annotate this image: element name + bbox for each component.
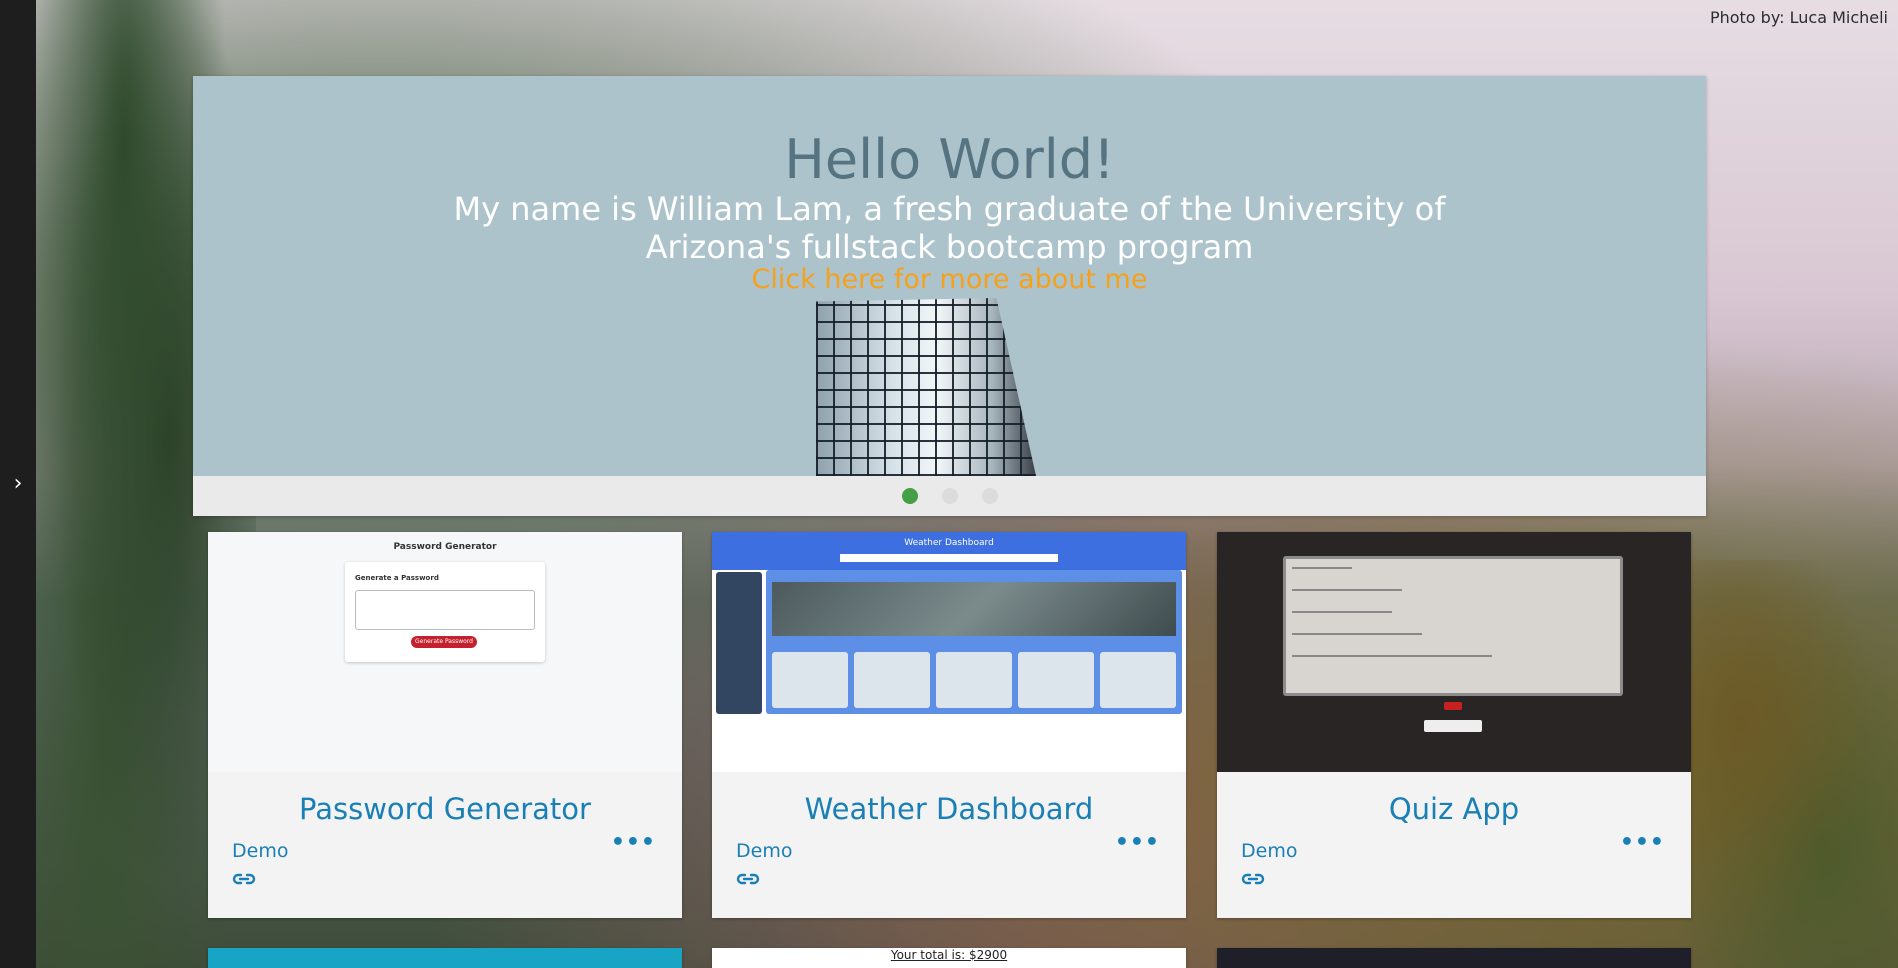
card-body: Quiz App Demo •••	[1217, 772, 1691, 918]
thumbnail-sidebar	[716, 572, 762, 714]
project-thumbnail[interactable]: Weather Dashboard	[712, 532, 1186, 772]
card-body: Password Generator Demo •••	[208, 772, 682, 918]
hero-subtitle: My name is William Lam, a fresh graduate…	[453, 190, 1446, 266]
carousel-indicators	[193, 476, 1706, 516]
thumbnail-main	[766, 570, 1182, 714]
thumbnail-forecast-day	[854, 652, 930, 708]
demo-link[interactable]: Demo	[1241, 840, 1297, 862]
project-thumbnail[interactable]	[1217, 532, 1691, 772]
card-title[interactable]: Weather Dashboard	[712, 792, 1186, 826]
project-card-peek[interactable]: Your total is: $2900	[712, 948, 1186, 968]
card-title[interactable]: Password Generator	[208, 792, 682, 826]
project-card-password-generator: Password Generator Generate a Password G…	[208, 532, 682, 918]
thumbnail-current-weather	[772, 582, 1176, 636]
thumbnail-text-line	[1292, 611, 1392, 613]
project-card-quiz-app: Quiz App Demo •••	[1217, 532, 1691, 918]
photo-credit: Photo by: Luca Micheli	[1709, 8, 1888, 27]
carousel-dot-2[interactable]	[941, 488, 958, 504]
chevron-right-icon[interactable]: ›	[6, 470, 30, 498]
thumbnail-text-line	[1292, 633, 1422, 635]
thumbnail-forecast-day	[936, 652, 1012, 708]
thumbnail-text-line	[1292, 567, 1352, 569]
thumbnail-input	[1424, 720, 1482, 732]
link-icon[interactable]	[1241, 870, 1265, 888]
building-image	[816, 298, 1036, 476]
carousel-dot-3[interactable]	[981, 488, 998, 504]
thumbnail-panel: Generate a Password Generate Password	[345, 562, 545, 662]
thumbnail-header: Weather Dashboard	[712, 532, 1186, 570]
about-me-link[interactable]: Click here for more about me	[193, 264, 1706, 295]
thumbnail-text-line	[1292, 655, 1492, 657]
thumbnail-forecast-day	[1018, 652, 1094, 708]
project-card-weather-dashboard: Weather Dashboard Weather Dashboard Demo…	[712, 532, 1186, 918]
left-sidebar-rail: ›	[0, 0, 36, 968]
carousel-dot-1[interactable]	[901, 488, 918, 504]
hero-title: Hello World!	[784, 128, 1115, 191]
more-horizontal-icon[interactable]: •••	[611, 830, 656, 855]
hero-slide: Hello World! My name is William Lam, a f…	[193, 76, 1706, 476]
thumbnail-quiz-panel	[1283, 556, 1623, 696]
card-body: Weather Dashboard Demo •••	[712, 772, 1186, 918]
thumbnail-forecast-day	[772, 652, 848, 708]
thumbnail-total-text: Your total is: $2900	[890, 948, 1008, 962]
thumbnail-forecast-day	[1100, 652, 1176, 708]
thumbnail-heading: Weather Dashboard	[904, 538, 994, 548]
thumbnail-search	[840, 554, 1058, 562]
thumbnail-heading: Password Generator	[393, 542, 497, 552]
thumbnail-text-line	[1292, 589, 1402, 591]
demo-link[interactable]: Demo	[736, 840, 792, 862]
demo-link[interactable]: Demo	[232, 840, 288, 862]
project-thumbnail[interactable]: Password Generator Generate a Password G…	[208, 532, 682, 772]
link-icon[interactable]	[736, 870, 760, 888]
thumbnail-button: Generate Password	[411, 636, 477, 648]
project-card-peek[interactable]	[208, 948, 682, 968]
hero-carousel: Hello World! My name is William Lam, a f…	[193, 76, 1706, 516]
link-icon[interactable]	[232, 870, 256, 888]
project-card-peek[interactable]	[1217, 948, 1691, 968]
card-title[interactable]: Quiz App	[1217, 792, 1691, 826]
thumbnail-button	[1444, 702, 1462, 710]
more-horizontal-icon[interactable]: •••	[1115, 830, 1160, 855]
thumbnail-textbox	[355, 590, 535, 630]
thumbnail-subheading: Generate a Password	[355, 574, 439, 582]
more-horizontal-icon[interactable]: •••	[1620, 830, 1665, 855]
